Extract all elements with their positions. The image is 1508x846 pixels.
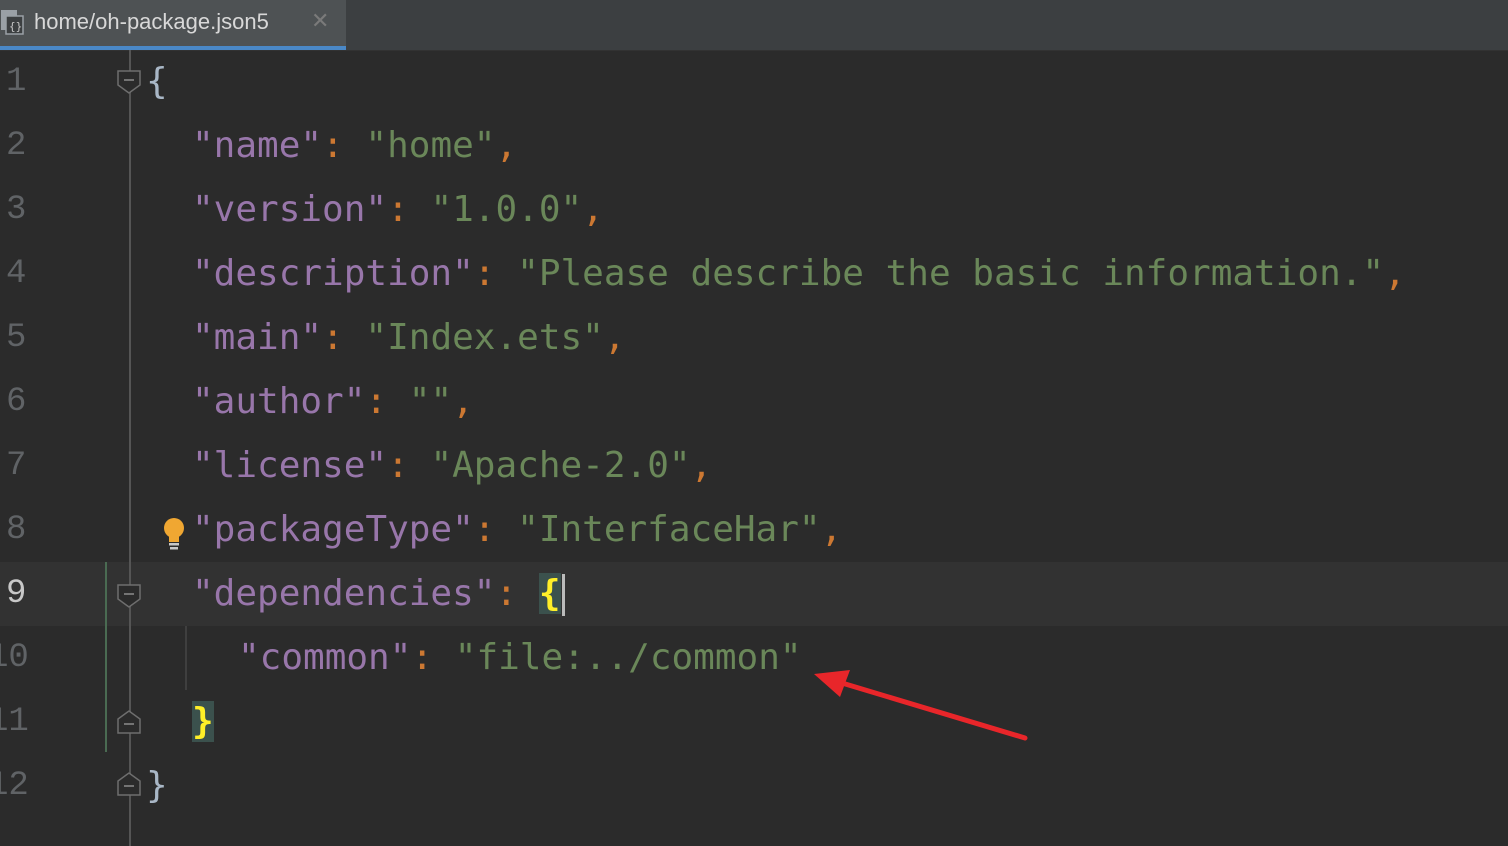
comma: ,: [820, 509, 843, 550]
code-line-10[interactable]: "common": "file:../common": [238, 626, 802, 690]
comma: ,: [582, 189, 604, 230]
json-string: "InterfaceHar": [517, 509, 821, 550]
json-key: "packageType": [192, 509, 474, 550]
fold-collapse-icon[interactable]: [117, 584, 141, 608]
colon: :: [322, 317, 344, 358]
open-brace: {: [146, 61, 168, 102]
json-key: "main": [192, 317, 323, 358]
line-number[interactable]: 4: [6, 242, 66, 306]
json-key: "description": [192, 253, 474, 294]
json-key: "author": [192, 381, 366, 422]
colon: :: [495, 573, 518, 614]
json-string: "1.0.0": [430, 189, 583, 230]
comma: ,: [452, 381, 474, 422]
colon: :: [473, 509, 496, 550]
code-line-8[interactable]: "packageType": "InterfaceHar",: [192, 498, 842, 562]
json-key: "dependencies": [192, 573, 496, 614]
close-icon[interactable]: ✕: [311, 8, 329, 34]
tab-oh-package-json5[interactable]: {} home/oh-package.json5 ✕: [0, 0, 346, 50]
line-number[interactable]: 6: [6, 370, 66, 434]
json-string: "Index.ets": [365, 317, 604, 358]
json-key: "name": [192, 125, 323, 166]
matched-close-brace: }: [192, 701, 214, 742]
code-line-1[interactable]: {: [146, 50, 168, 114]
json-key: "license": [192, 445, 388, 486]
line-number[interactable]: 1: [6, 50, 66, 114]
colon: :: [387, 445, 409, 486]
json-string: "home": [365, 125, 496, 166]
code-line-5[interactable]: "main": "Index.ets",: [192, 306, 626, 370]
code-line-6[interactable]: "author": "",: [192, 370, 474, 434]
lightbulb-icon[interactable]: [160, 516, 188, 550]
code-line-4[interactable]: "description": "Please describe the basi…: [192, 242, 1406, 306]
fold-end-icon[interactable]: [117, 710, 141, 734]
comma: ,: [603, 317, 626, 358]
line-number[interactable]: 10: [0, 626, 48, 690]
line-number[interactable]: 5: [6, 306, 66, 370]
text-caret: [561, 574, 565, 616]
indent-guide: [185, 626, 187, 690]
json-key: "common": [238, 637, 412, 678]
fold-collapse-icon[interactable]: [117, 70, 141, 94]
line-number[interactable]: 11: [0, 690, 48, 754]
json-key: "version": [192, 189, 388, 230]
json-string: "Please describe the basic information.": [517, 253, 1385, 294]
colon: :: [387, 189, 409, 230]
json-file-icon: {}: [1, 10, 24, 35]
line-number[interactable]: 2: [6, 114, 66, 178]
vcs-change-marker: [105, 562, 107, 752]
json-string: "file:../common": [454, 637, 802, 678]
code-line-3[interactable]: "version": "1.0.0",: [192, 178, 604, 242]
colon: :: [365, 381, 388, 422]
code-line-12[interactable]: }: [146, 754, 168, 818]
code-line-7[interactable]: "license": "Apache-2.0",: [192, 434, 712, 498]
code-line-9[interactable]: "dependencies": {: [192, 562, 565, 626]
code-line-11[interactable]: }: [192, 690, 214, 754]
colon: :: [473, 253, 496, 294]
line-number[interactable]: 7: [6, 434, 66, 498]
editor-tab-bar: {} home/oh-package.json5 ✕: [0, 0, 1508, 51]
comma: ,: [690, 445, 713, 486]
svg-text:{}: {}: [9, 20, 22, 33]
matched-open-brace: {: [538, 573, 561, 614]
colon: :: [411, 637, 434, 678]
line-number[interactable]: 8: [6, 498, 66, 562]
comma: ,: [495, 125, 518, 166]
code-line-2[interactable]: "name": "home",: [192, 114, 517, 178]
line-number[interactable]: 3: [6, 178, 66, 242]
line-number-active[interactable]: 9: [6, 562, 66, 626]
fold-end-icon[interactable]: [117, 772, 141, 796]
json-string: "Apache-2.0": [430, 445, 691, 486]
comma: ,: [1384, 253, 1406, 294]
line-number[interactable]: 12: [0, 754, 48, 818]
colon: :: [322, 125, 344, 166]
json-string: "": [408, 381, 453, 422]
close-brace: }: [146, 765, 168, 806]
tab-title: home/oh-package.json5: [34, 9, 269, 34]
